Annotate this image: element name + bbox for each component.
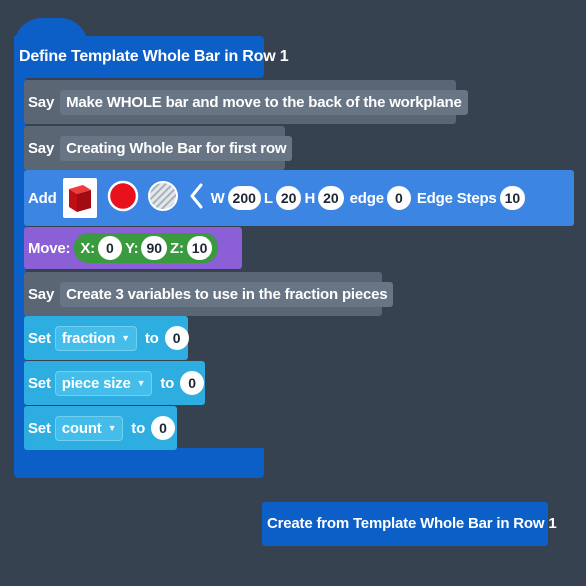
height-label: H — [304, 189, 316, 207]
length-input[interactable]: 20 — [275, 186, 302, 210]
dropdown-caret-icon: ▼ — [136, 378, 146, 388]
red-circle-icon[interactable] — [107, 180, 139, 217]
say-text-field[interactable]: Make WHOLE bar and move to the back of t… — [60, 89, 468, 115]
value-input[interactable]: 0 — [180, 371, 205, 395]
define-block-footer[interactable] — [14, 448, 264, 478]
value-input[interactable]: 0 — [151, 416, 176, 440]
move-block[interactable]: Move: X: 0 Y: 90 Z: 10 — [24, 227, 242, 269]
create-block-label: Create from Template Whole Bar in Row 1 — [267, 515, 557, 532]
set-block[interactable]: Set piece size ▼ to 0 — [24, 361, 205, 405]
to-label: to — [144, 329, 159, 347]
width-label: W — [210, 189, 225, 207]
length-label: L — [263, 189, 273, 207]
say-keyword: Say — [28, 139, 55, 157]
say-text-field[interactable]: Creating Whole Bar for first row — [60, 135, 293, 161]
set-keyword: Set — [28, 374, 51, 392]
add-block[interactable]: Add W 200 L 20 H 20 edge 0 Edge Steps 10 — [24, 170, 574, 226]
height-input[interactable]: 20 — [318, 186, 344, 210]
edge-label: edge — [349, 189, 384, 207]
say-keyword: Say — [28, 93, 55, 111]
move-keyword: Move: — [28, 239, 71, 257]
value-input[interactable]: 0 — [164, 326, 189, 350]
variable-dropdown[interactable]: piece size ▼ — [54, 370, 153, 396]
y-label: Y: — [124, 239, 139, 257]
variable-name: count — [61, 419, 102, 437]
define-block-label: Define Template Whole Bar in Row 1 — [19, 48, 289, 65]
x-label: X: — [80, 239, 95, 257]
edge-input[interactable]: 0 — [386, 186, 411, 210]
variable-dropdown[interactable]: count ▼ — [54, 415, 124, 441]
set-keyword: Set — [28, 419, 51, 437]
add-keyword: Add — [28, 189, 57, 207]
set-block[interactable]: Set count ▼ to 0 — [24, 406, 177, 450]
chevron-left-icon[interactable] — [189, 183, 203, 214]
dropdown-caret-icon: ▼ — [121, 333, 130, 343]
create-from-template-block[interactable]: Create from Template Whole Bar in Row 1 — [262, 502, 557, 546]
x-input[interactable]: 0 — [97, 236, 122, 260]
variable-name: piece size — [61, 374, 131, 392]
say-block[interactable]: Say Make WHOLE bar and move to the back … — [24, 80, 468, 124]
say-block[interactable]: Say Creating Whole Bar for first row — [24, 126, 293, 170]
red-cube-icon[interactable] — [62, 178, 97, 218]
edge-steps-input[interactable]: 10 — [499, 186, 526, 210]
striped-circle-icon[interactable] — [147, 180, 179, 217]
z-input[interactable]: 10 — [186, 236, 213, 260]
say-block[interactable]: Say Create 3 variables to use in the fra… — [24, 272, 394, 316]
set-keyword: Set — [28, 329, 51, 347]
set-block[interactable]: Set fraction ▼ to 0 — [24, 316, 189, 360]
y-input[interactable]: 90 — [141, 236, 168, 260]
variable-dropdown[interactable]: fraction ▼ — [54, 325, 137, 351]
edge-steps-label: Edge Steps — [416, 189, 497, 207]
variable-name: fraction — [61, 329, 116, 347]
position-group: X: 0 Y: 90 Z: 10 — [74, 233, 219, 263]
z-label: Z: — [170, 239, 184, 257]
define-template-block[interactable]: Define Template Whole Bar in Row 1 — [14, 36, 289, 78]
to-label: to — [131, 419, 146, 437]
say-keyword: Say — [28, 285, 55, 303]
width-input[interactable]: 200 — [227, 186, 261, 210]
dropdown-caret-icon: ▼ — [107, 423, 117, 433]
say-text-field[interactable]: Create 3 variables to use in the fractio… — [60, 281, 394, 307]
to-label: to — [160, 374, 175, 392]
